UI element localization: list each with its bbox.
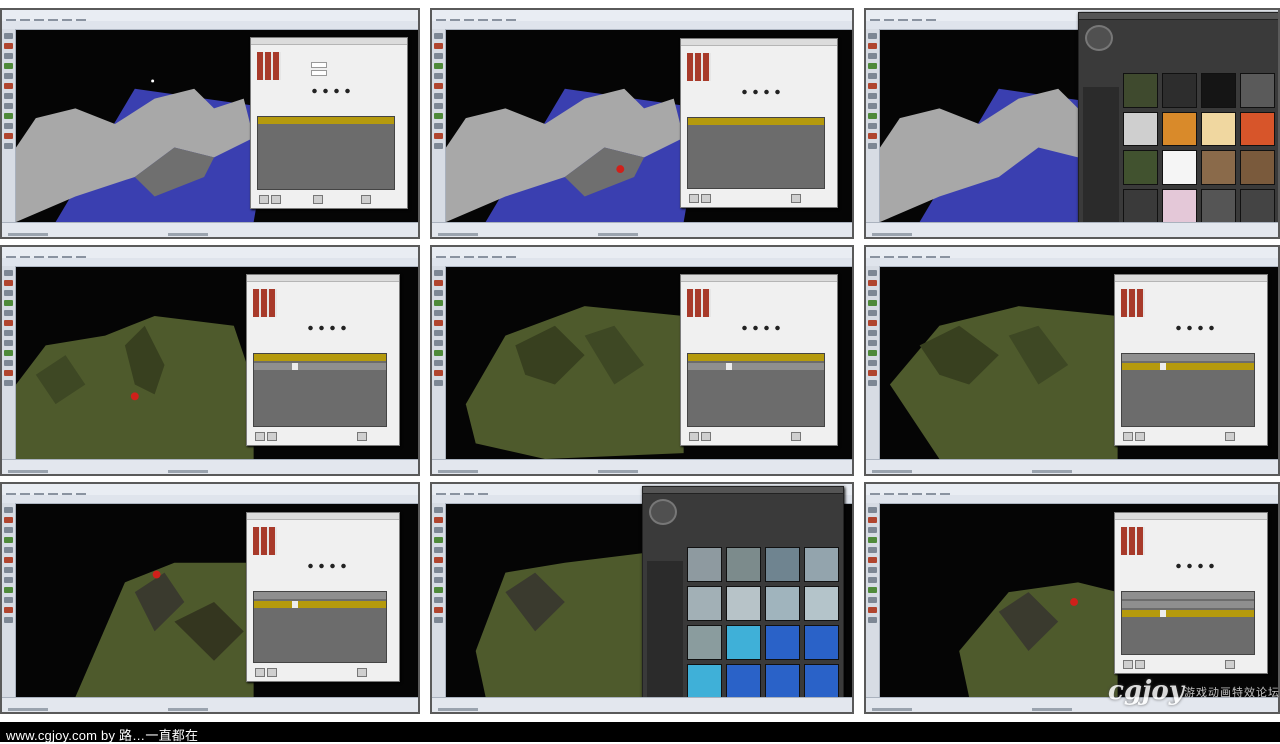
- status-bar: [432, 222, 852, 237]
- site-watermark-tagline: 游戏动画特效论坛: [1184, 686, 1280, 699]
- footer-credit[interactable]: www.cgjoy.com by 路…一直都在: [6, 725, 198, 744]
- unreal-logo-icon: [1085, 25, 1113, 51]
- screen-panel-7: [0, 482, 420, 714]
- terrain-editing-dialog[interactable]: [250, 37, 408, 209]
- status-bar: [432, 459, 852, 474]
- status-bar: [866, 222, 1278, 237]
- toolbar[interactable]: [432, 21, 852, 30]
- terrain-editing-dialog[interactable]: [1114, 274, 1268, 446]
- tool-sidebar[interactable]: [432, 29, 446, 223]
- terrain-editing-dialog[interactable]: [680, 38, 838, 208]
- toolbar[interactable]: [2, 258, 418, 267]
- toolbar[interactable]: [2, 495, 418, 504]
- selection-marker-icon: [1070, 598, 1079, 606]
- toolbar[interactable]: [866, 495, 1278, 504]
- status-bar: [2, 222, 418, 237]
- content-browser-window[interactable]: [642, 486, 844, 710]
- tool-sidebar[interactable]: [432, 503, 446, 698]
- tool-sidebar[interactable]: [2, 503, 16, 698]
- tool-sidebar[interactable]: [2, 29, 16, 223]
- terrain-editing-dialog[interactable]: [246, 274, 400, 446]
- status-bar: [2, 459, 418, 474]
- package-tree[interactable]: [647, 561, 683, 699]
- asset-grid[interactable]: [1123, 73, 1275, 223]
- screen-panel-4: [0, 245, 420, 476]
- selection-marker-icon: [152, 570, 161, 579]
- terrain-editing-dialog[interactable]: [246, 512, 400, 682]
- screen-panel-1: [0, 8, 420, 239]
- screen-panel-5: [430, 245, 854, 476]
- screen-panel-8: [430, 482, 854, 714]
- package-tree[interactable]: [1083, 87, 1119, 223]
- screen-panel-9: [864, 482, 1280, 714]
- tool-sidebar[interactable]: [866, 29, 880, 223]
- terrain-editing-dialog[interactable]: [680, 274, 838, 446]
- screen-panel-3: [864, 8, 1280, 239]
- status-bar: [2, 697, 418, 712]
- unreal-logo-icon: [649, 499, 677, 525]
- toolbar[interactable]: [432, 258, 852, 267]
- status-bar: [432, 697, 852, 712]
- site-watermark-logo: cgjoy: [1108, 676, 1184, 706]
- status-bar: [866, 459, 1278, 474]
- terrain-editing-dialog[interactable]: [1114, 512, 1268, 674]
- selection-marker-icon: [616, 165, 625, 174]
- tool-sidebar[interactable]: [432, 266, 446, 460]
- selection-marker-icon: [130, 392, 139, 401]
- tool-sidebar[interactable]: [866, 266, 880, 460]
- screen-panel-2: [430, 8, 854, 239]
- asset-grid[interactable]: [687, 547, 839, 699]
- toolbar[interactable]: [866, 258, 1278, 267]
- toolbar[interactable]: [2, 21, 418, 30]
- content-browser-window[interactable]: [1078, 12, 1278, 234]
- screen-panel-6: [864, 245, 1280, 476]
- tool-sidebar[interactable]: [2, 266, 16, 460]
- tool-sidebar[interactable]: [866, 503, 880, 698]
